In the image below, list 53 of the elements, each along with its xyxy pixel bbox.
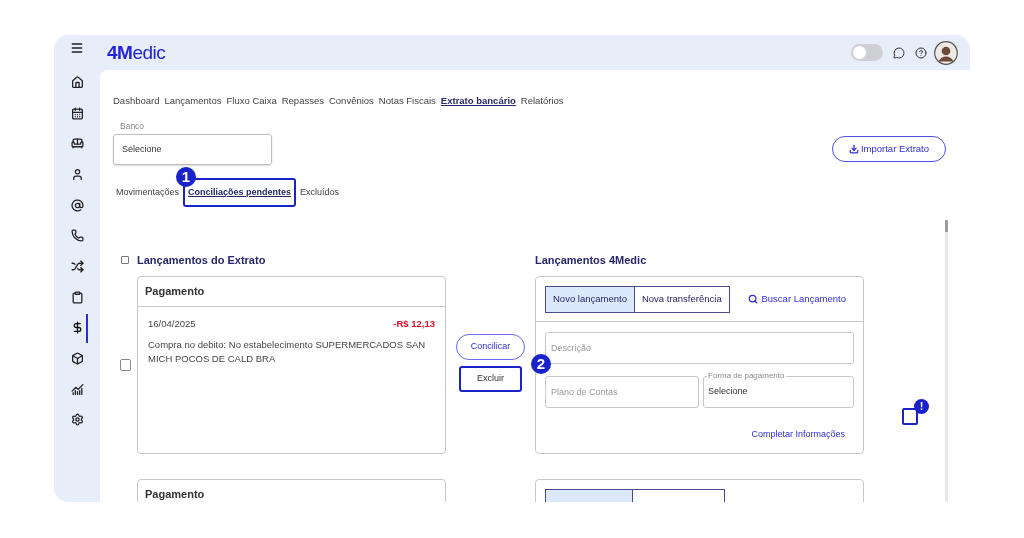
callout-badge: 1	[176, 166, 197, 187]
nav-tab[interactable]: Relatórios	[520, 93, 564, 109]
section-title: Lançamentos do Extrato	[137, 252, 267, 268]
scrollbar-thumb[interactable]	[945, 220, 948, 232]
nav-tab[interactable]: Fluxo Caixa	[226, 93, 277, 109]
calendar-icon	[70, 106, 84, 120]
field-label: Banco	[120, 121, 146, 131]
avatar-icon[interactable]	[934, 40, 958, 65]
section-title: Lançamentos 4Medic	[535, 252, 647, 268]
chat-icon[interactable]	[893, 46, 905, 59]
menu-icon[interactable]	[70, 41, 84, 55]
bank-select[interactable]: Selecione	[113, 134, 272, 165]
nav-tab[interactable]: Dashboard	[113, 93, 160, 109]
at-sign-icon	[70, 198, 84, 212]
theme-toggle[interactable]	[851, 44, 883, 61]
nav-tab[interactable]: Extrato bancário	[440, 93, 516, 109]
home-icon	[70, 75, 84, 89]
transaction-description: Compra no debito: No estabelecimento SUPERMERCADOS SAN MICH POCOS DE CALD BRA	[148, 338, 427, 367]
entry-type-tab[interactable]: Novo lançamento	[546, 286, 634, 312]
nav-tab[interactable]: Notas Fiscais	[378, 93, 436, 109]
nav-tab[interactable]: Convênios	[328, 93, 374, 109]
field-label: Forma de pagamento	[707, 371, 786, 381]
active-indicator	[86, 313, 88, 343]
clipboard-icon	[70, 290, 84, 304]
search-icon	[747, 294, 758, 304]
sub-tab[interactable]: Movimentações	[113, 185, 183, 200]
card-title: Pagamento	[145, 284, 205, 300]
sub-tab[interactable]: Excluídos	[297, 185, 343, 200]
transaction-date: 16/04/2025	[148, 317, 196, 331]
shuffle-icon	[70, 259, 84, 273]
settings-icon	[70, 413, 84, 427]
chart-icon	[70, 382, 84, 396]
callout-badge: 2	[531, 354, 551, 375]
user-icon	[70, 167, 84, 181]
notice-badge: !	[914, 398, 929, 414]
complete-info-link[interactable]: Completar Informações	[751, 428, 845, 442]
sofa-icon	[70, 137, 84, 151]
select-all-checkbox[interactable]	[121, 256, 129, 264]
row-checkbox[interactable]	[119, 359, 131, 371]
sub-tab[interactable]: Conciliações pendentes	[185, 185, 295, 200]
nav-tab[interactable]: Lançamentos	[164, 93, 222, 109]
transaction-amount: -R$ 12,13	[393, 317, 435, 331]
app-logo: 4Medic	[107, 43, 166, 62]
download-icon	[848, 144, 859, 154]
nav-tab[interactable]: Repasses	[281, 93, 324, 109]
delete-button[interactable]: Excluir	[459, 365, 522, 392]
description-field[interactable]: Descrição	[545, 332, 854, 364]
help-icon[interactable]	[915, 46, 927, 59]
search-entry-link[interactable]: Buscar Lançamento	[747, 291, 846, 307]
card-title: Pagamento	[145, 487, 205, 502]
phone-icon	[70, 229, 84, 243]
account-plan-field[interactable]: Plano de Contas	[545, 376, 699, 408]
box-icon	[70, 352, 84, 366]
